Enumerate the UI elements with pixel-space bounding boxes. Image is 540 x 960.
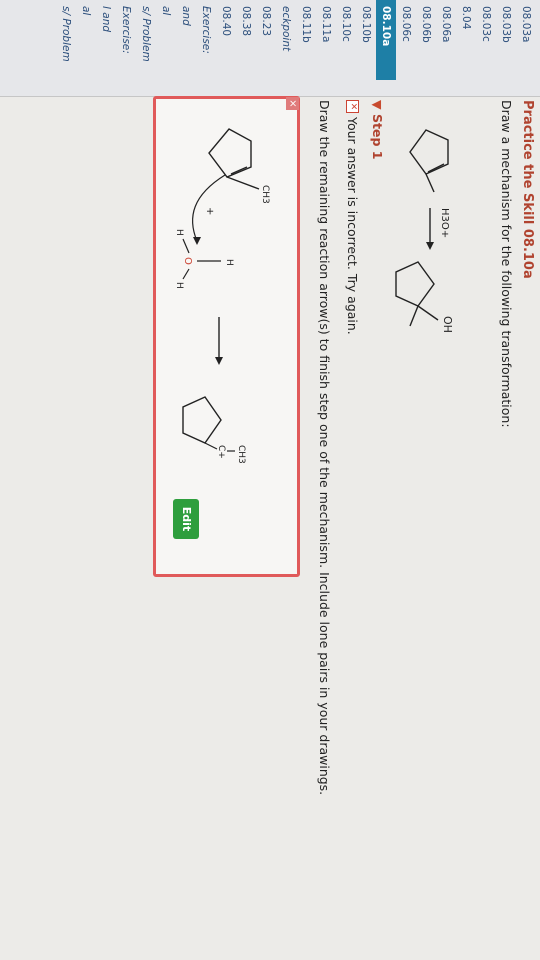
sidebar-item[interactable]: eckpoint	[276, 0, 296, 80]
sidebar-item[interactable]: 08.38	[236, 0, 256, 80]
step-arrow	[215, 317, 223, 365]
sidebar-item[interactable]: 08.10c	[336, 0, 356, 80]
product-structure	[395, 261, 439, 327]
feedback-text: Your answer is incorrect. Try again.	[345, 117, 360, 335]
drawing-canvas[interactable]: CH3 + H H O H C+ CH3	[164, 107, 289, 547]
sidebar-item[interactable]: al	[76, 0, 96, 80]
reaction-scheme: H3O+ OH	[395, 129, 454, 333]
carbocation-structure	[182, 396, 222, 444]
sidebar-item[interactable]: s/ Problem	[56, 0, 76, 80]
sidebar-item[interactable]: Exercise:	[116, 0, 136, 80]
sidebar-item[interactable]: 08.10b	[356, 0, 376, 80]
sidebar-item[interactable]: al	[156, 0, 176, 80]
sidebar-item[interactable]: 08.06c	[396, 0, 416, 80]
ch3-right-label: CH3	[236, 445, 246, 464]
canvas-alkene	[208, 128, 260, 190]
h-right-label: H	[174, 282, 184, 289]
sidebar-item[interactable]: 08.03c	[476, 0, 496, 80]
sidebar-item[interactable]: 08.03b	[496, 0, 516, 80]
step-prompt: Draw the remaining reaction arrow(s) to …	[317, 100, 332, 796]
oxygen-label: O	[182, 257, 193, 265]
expand-triangle-icon: ▼	[370, 100, 385, 110]
sidebar-item[interactable]: 08.06b	[416, 0, 436, 80]
sidebar-item[interactable]: 08.06a	[436, 0, 456, 80]
sidebar-item[interactable]: 08.10a	[376, 0, 396, 80]
sidebar-item[interactable]: 08.40	[216, 0, 236, 80]
c-plus-label: C+	[216, 445, 226, 459]
plus-sign: +	[204, 207, 215, 215]
instruction-text: Draw a mechanism for the following trans…	[499, 100, 514, 428]
sidebar-item[interactable]: 08.23	[256, 0, 276, 80]
sidebar-item[interactable]: 08.11b	[296, 0, 316, 80]
sidebar-item[interactable]: s/ Problem	[136, 0, 156, 80]
feedback-message: ✕ Your answer is incorrect. Try again.	[345, 100, 360, 335]
sidebar-list: 08.03a 08.03b 08.03c 8.04 08.06a 08.06b 08.06c…	[56, 0, 536, 80]
ch3-label: CH3	[260, 185, 270, 204]
h-top-label: H	[224, 259, 234, 266]
step-header[interactable]: ▼ Step 1	[370, 100, 385, 159]
main-panel: Practice the Skill 08.10a Draw a mechani…	[0, 96, 540, 960]
reagent-label: H3O+	[439, 208, 450, 238]
arrowhead-icon	[193, 237, 201, 245]
sidebar-item[interactable]: and	[176, 0, 196, 80]
sidebar-item[interactable]: Exercise:	[196, 0, 216, 80]
screen: 08.03a 08.03b 08.03c 8.04 08.06a 08.06b 08.06c…	[0, 0, 540, 960]
edit-button[interactable]: Edit	[173, 499, 199, 539]
page-title: Practice the Skill 08.10a	[520, 100, 535, 279]
error-x-icon: ✕	[346, 100, 359, 113]
reactant-structure	[409, 129, 449, 193]
h-left-label: H	[174, 229, 184, 236]
sidebar-item[interactable]: 8.04	[456, 0, 476, 80]
sidebar-item[interactable]: 08.11a	[316, 0, 336, 80]
sidebar-item[interactable]: 08.03a	[516, 0, 536, 80]
sidebar-item[interactable]: l and	[96, 0, 116, 80]
sidebar: 08.03a 08.03b 08.03c 8.04 08.06a 08.06b 08.06c…	[0, 0, 540, 97]
drawing-canvas-frame[interactable]: × CH3 + H H O H C+ CH3 Edit	[153, 96, 300, 577]
product-oh-label: OH	[441, 316, 454, 333]
reaction-arrow: H3O+	[426, 208, 450, 250]
step-label: Step 1	[370, 113, 385, 160]
hydronium-structure: H H O H	[174, 229, 234, 289]
